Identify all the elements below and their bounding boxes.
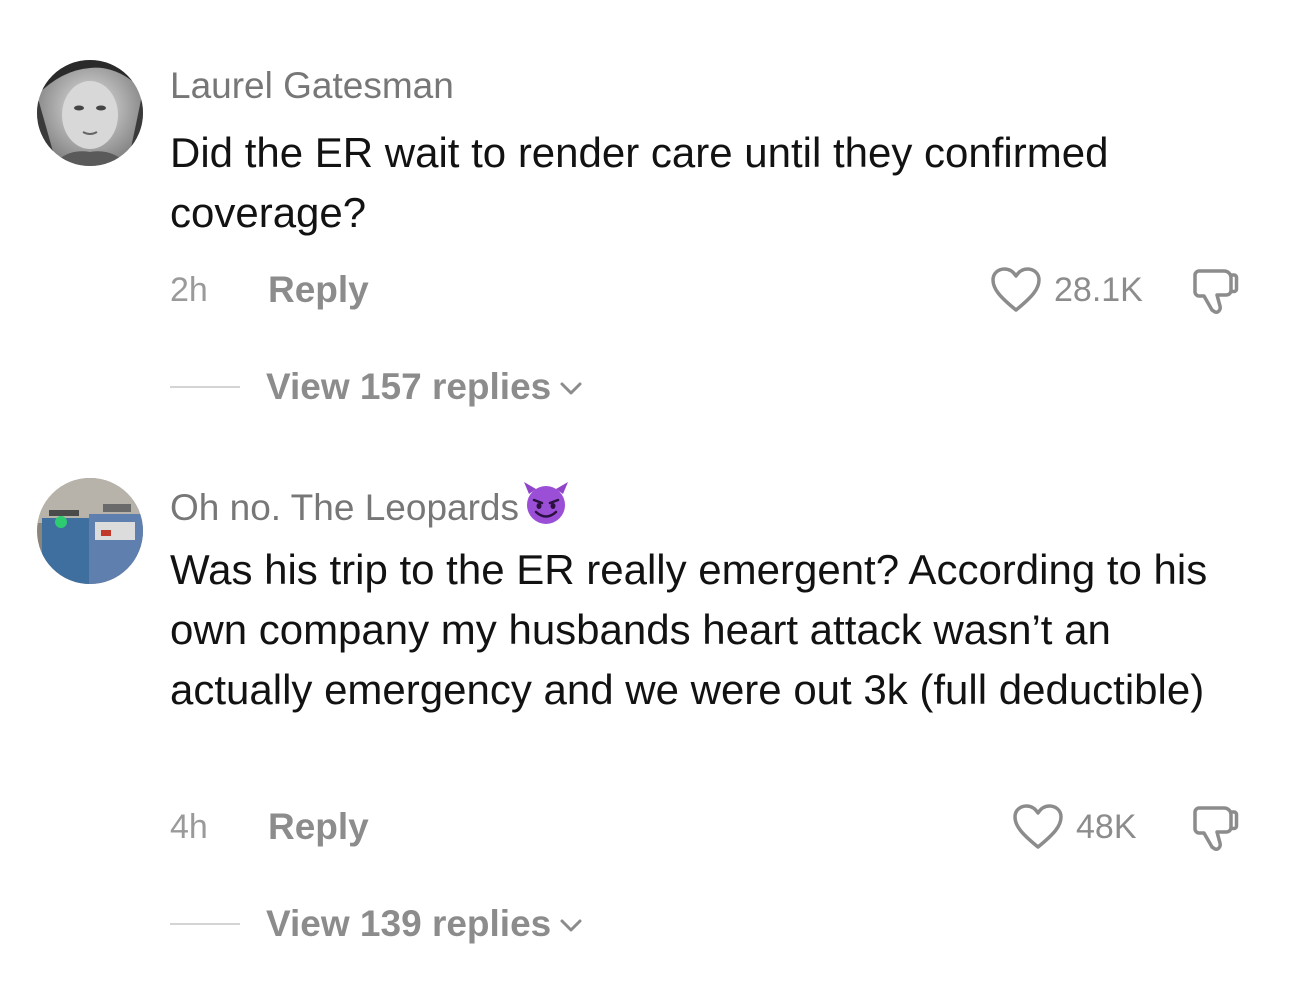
like-count: 48K: [1076, 808, 1137, 846]
view-replies-label: View 139 replies: [266, 903, 552, 944]
heart-outline-icon: [1013, 804, 1063, 849]
view-replies-label: View 157 replies: [266, 366, 552, 407]
thumbs-down-icon: [1193, 269, 1239, 314]
view-replies-button[interactable]: View 139 replies: [170, 905, 583, 942]
comment-text: Did the ER wait to render care until the…: [170, 129, 1109, 236]
username[interactable]: Laurel Gatesman: [170, 67, 454, 104]
thumbs-down-icon: [1193, 806, 1239, 851]
username-text: Oh no. The Leopards: [170, 486, 520, 528]
avatar[interactable]: [37, 60, 143, 166]
reply-button[interactable]: Reply: [268, 808, 369, 845]
view-replies-button[interactable]: View 157 replies: [170, 368, 583, 405]
smiling-devil-emoji: [521, 480, 571, 532]
reply-button[interactable]: Reply: [268, 271, 369, 308]
thread-divider: [170, 385, 240, 388]
like-count: 28.1K: [1054, 271, 1143, 309]
username[interactable]: Oh no. The Leopards: [170, 482, 571, 536]
dislike-button[interactable]: [1190, 266, 1240, 321]
like-button[interactable]: 28.1K: [990, 266, 1143, 314]
comment-time: 2h: [170, 271, 208, 309]
thread-divider: [170, 922, 240, 925]
chevron-down-icon: [560, 919, 582, 931]
heart-outline-icon: [991, 267, 1041, 312]
comment-time: 4h: [170, 808, 208, 846]
comment-text: Was his trip to the ER really emergent? …: [170, 546, 1208, 713]
avatar[interactable]: [37, 478, 143, 584]
like-button[interactable]: 48K: [1012, 803, 1137, 851]
dislike-button[interactable]: [1190, 803, 1240, 858]
chevron-down-icon: [560, 382, 582, 394]
